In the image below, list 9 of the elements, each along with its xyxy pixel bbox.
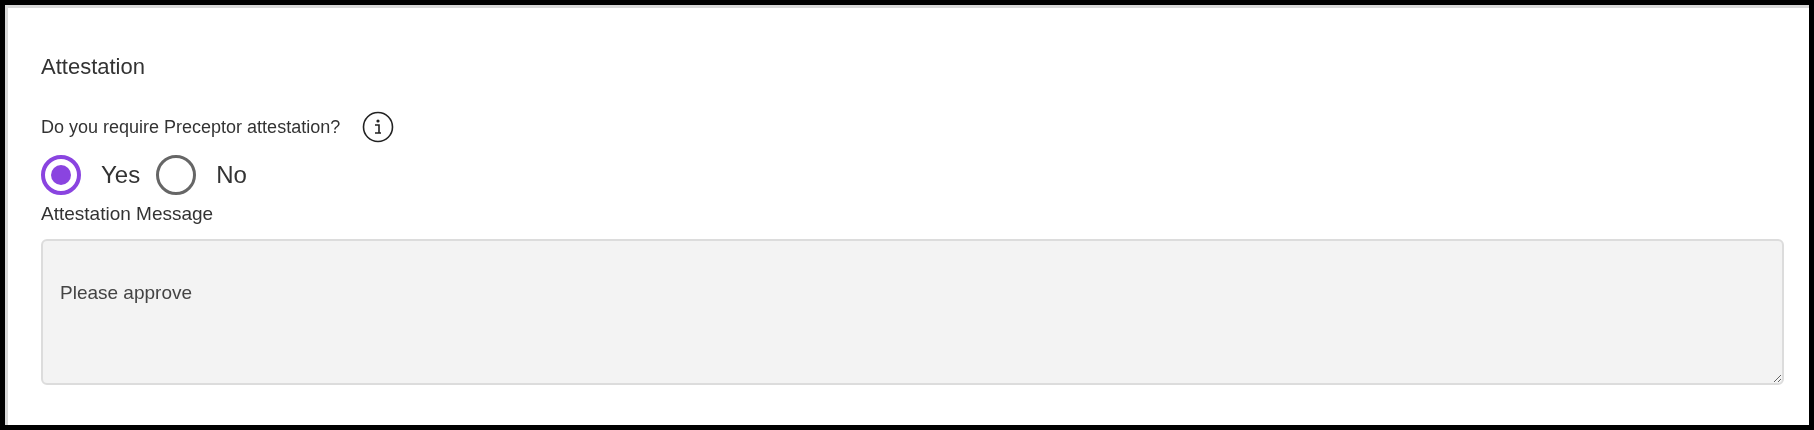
radio-option[interactable]: Yes <box>41 155 141 195</box>
radio-button[interactable] <box>41 155 81 195</box>
radio-button[interactable] <box>156 155 197 195</box>
section-title: Attestation <box>41 53 145 81</box>
radio-option[interactable]: No <box>156 155 247 195</box>
message-label: Attestation Message <box>41 202 214 226</box>
question-label: Do you require Preceptor attestation? <box>41 116 341 139</box>
info-icon[interactable] <box>362 111 395 143</box>
message-field[interactable]: Please approve <box>41 239 1784 385</box>
